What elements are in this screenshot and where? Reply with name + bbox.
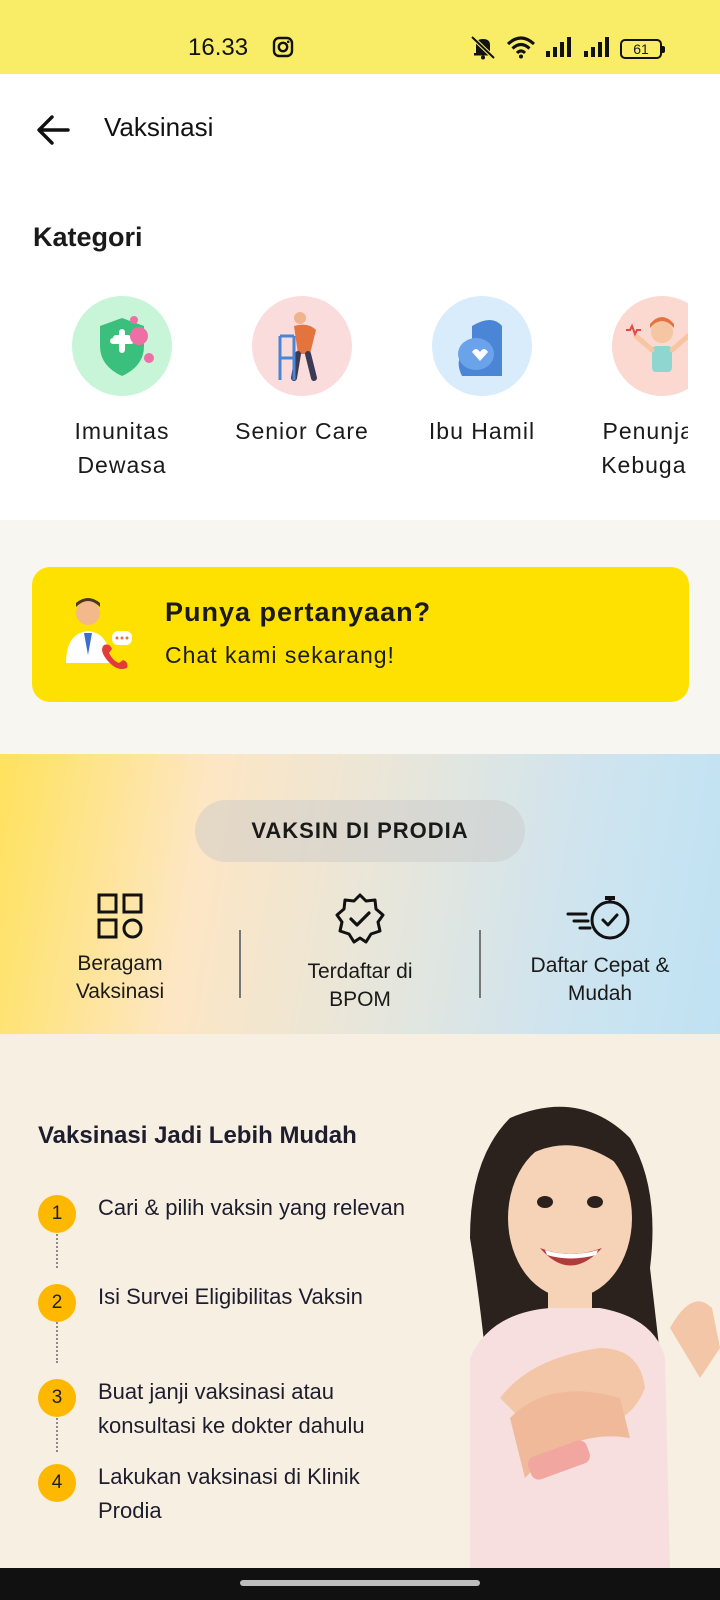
signal-icon — [582, 36, 612, 62]
wifi-icon — [506, 35, 536, 63]
feature-terdaftar-bpom: Terdaftar di BPOM — [280, 892, 440, 1014]
verified-badge-icon — [333, 893, 387, 950]
category-carousel[interactable]: Imunitas Dewasa Senior Care Ibu Hamil Pe… — [0, 280, 688, 500]
category-penunjang-kebugaran[interactable]: Penunjang Kebugaran — [572, 296, 688, 482]
step-text: Lakukan vaksinasi di Klinik Prodia — [98, 1464, 360, 1523]
promo-title: Vaksinasi Jadi Lebih Mudah — [38, 1122, 357, 1149]
category-imunitas-dewasa[interactable]: Imunitas Dewasa — [32, 296, 212, 482]
category-senior-care[interactable]: Senior Care — [212, 296, 392, 448]
step-number: 2 — [38, 1284, 76, 1322]
signal-icon — [544, 36, 574, 62]
woman-vaccinated-photo — [470, 1106, 720, 1568]
category-label: Ibu Hamil — [428, 418, 536, 444]
feature-beragam-vaksinasi: Beragam Vaksinasi — [40, 892, 200, 1006]
step-number: 3 — [38, 1379, 76, 1417]
app-bar: Vaksinasi — [0, 74, 720, 184]
feature-label: Terdaftar di BPOM — [307, 960, 413, 1011]
status-time: 16.33 — [188, 34, 249, 61]
section-title-kategori: Kategori — [33, 222, 143, 252]
divider — [479, 930, 481, 998]
step-text: Isi Survei Eligibilitas Vaksin — [98, 1284, 363, 1309]
category-label: Senior Care — [235, 418, 369, 444]
shield-virus-icon — [72, 296, 172, 396]
fitness-woman-icon — [612, 296, 688, 396]
section-pill: VAKSIN DI PRODIA — [195, 800, 525, 862]
feature-daftar-cepat: Daftar Cepat & Mudah — [510, 892, 690, 1008]
feature-label: Daftar Cepat & Mudah — [530, 954, 670, 1005]
back-button[interactable] — [34, 110, 78, 150]
feature-label: Beragam Vaksinasi — [75, 952, 165, 1003]
step-number: 1 — [38, 1195, 76, 1233]
vaksin-features-section: VAKSIN DI PRODIA Beragam Vaksinasi Terda… — [0, 754, 720, 1034]
category-label: Penunjang Kebugaran — [601, 418, 688, 478]
arrow-left-icon — [37, 115, 70, 145]
page-title: Vaksinasi — [104, 112, 214, 142]
category-label: Imunitas Dewasa — [74, 418, 170, 478]
chat-title: Punya pertanyaan? — [165, 597, 432, 627]
chat-banner[interactable]: Punya pertanyaan? Chat kami sekarang! — [32, 567, 689, 702]
step-text: Buat janji vaksinasi atau konsultasi ke … — [98, 1379, 365, 1438]
steps-promo-banner[interactable]: Vaksinasi Jadi Lebih Mudah 1 Cari & pili… — [0, 1034, 720, 1568]
status-bar: 16.33 61 — [0, 0, 720, 74]
grid-shapes-icon — [96, 893, 144, 944]
battery-indicator: 61 — [620, 39, 665, 59]
system-nav-bar — [0, 1568, 720, 1600]
doctor-phone-icon — [60, 593, 136, 677]
divider — [239, 930, 241, 998]
step-number: 4 — [38, 1464, 76, 1502]
fast-stopwatch-icon — [564, 896, 636, 948]
instagram-icon — [272, 36, 294, 62]
status-icons: 61 — [468, 34, 665, 64]
home-gesture-handle[interactable] — [240, 1580, 480, 1586]
chat-subtitle: Chat kami sekarang! — [165, 642, 395, 668]
mute-bell-icon — [468, 34, 498, 64]
elderly-walker-icon — [252, 296, 352, 396]
category-ibu-hamil[interactable]: Ibu Hamil — [392, 296, 572, 448]
pregnant-woman-icon — [432, 296, 532, 396]
step-text: Cari & pilih vaksin yang relevan — [98, 1195, 405, 1220]
